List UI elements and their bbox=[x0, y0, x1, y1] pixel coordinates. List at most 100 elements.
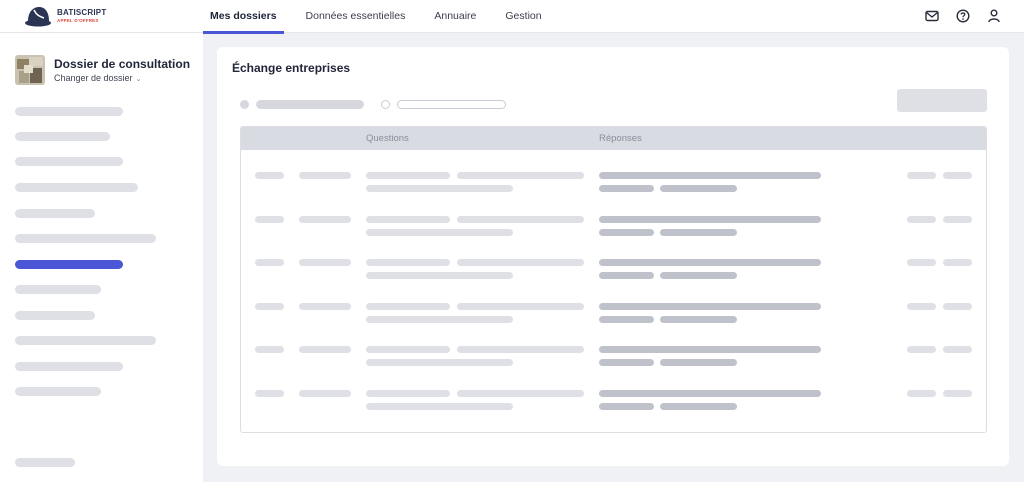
sidebar-item[interactable] bbox=[15, 311, 95, 320]
cell-status bbox=[907, 302, 936, 310]
column-header-reponses: Réponses bbox=[599, 133, 642, 144]
cell-question bbox=[366, 302, 450, 310]
cell-date bbox=[299, 390, 351, 397]
cell-reponse bbox=[660, 403, 737, 410]
cell-reponse bbox=[599, 185, 654, 192]
table-row[interactable] bbox=[241, 172, 986, 216]
table-row[interactable] bbox=[241, 302, 986, 347]
sidebar-item[interactable] bbox=[15, 362, 123, 371]
cell-question bbox=[457, 302, 584, 310]
cell-action bbox=[943, 215, 972, 223]
brand-subtitle: APPEL D'OFFRES bbox=[57, 18, 99, 23]
cell-question bbox=[366, 172, 450, 179]
cell-id bbox=[255, 215, 284, 223]
cell-reponse bbox=[660, 359, 737, 367]
help-icon[interactable] bbox=[955, 8, 971, 24]
cell-question bbox=[457, 172, 584, 179]
sidebar-item[interactable] bbox=[15, 132, 110, 141]
cell-question bbox=[457, 215, 584, 223]
sidebar-item[interactable] bbox=[15, 183, 138, 192]
main-nav: Mes dossiers Données essentielles Annuai… bbox=[203, 0, 564, 34]
cell-date bbox=[299, 259, 351, 267]
user-icon[interactable] bbox=[986, 8, 1002, 24]
cell-date bbox=[299, 302, 351, 310]
cell-status bbox=[907, 215, 936, 223]
page-title: Échange entreprises bbox=[232, 61, 351, 75]
sidebar-item[interactable] bbox=[15, 209, 95, 218]
cell-id bbox=[255, 302, 284, 310]
cell-reponse bbox=[660, 272, 737, 280]
filter-radio-selected[interactable] bbox=[240, 100, 249, 109]
cell-reponse bbox=[660, 315, 737, 323]
tab-gestion[interactable]: Gestion bbox=[498, 0, 548, 33]
helmet-logo-icon bbox=[25, 7, 51, 27]
cell-question bbox=[366, 215, 450, 223]
column-header-questions: Questions bbox=[366, 133, 409, 144]
top-actions bbox=[909, 8, 1002, 24]
cell-reponse bbox=[599, 228, 654, 236]
cell-question bbox=[366, 359, 513, 367]
cell-date bbox=[299, 346, 351, 354]
cell-question bbox=[366, 272, 513, 280]
sidebar-item[interactable] bbox=[15, 157, 123, 166]
filter-option-label bbox=[256, 100, 364, 109]
sidebar-item[interactable] bbox=[15, 107, 123, 116]
cell-reponse bbox=[599, 259, 821, 267]
filter-option-label bbox=[397, 100, 506, 109]
cell-id bbox=[255, 390, 284, 397]
cell-status bbox=[907, 259, 936, 267]
table-row[interactable] bbox=[241, 259, 986, 303]
change-dossier-button[interactable]: Changer de dossier ⌄ bbox=[54, 73, 141, 83]
dossier-thumbnail bbox=[15, 55, 45, 85]
cell-question bbox=[457, 346, 584, 354]
cell-reponse bbox=[599, 215, 821, 223]
cell-reponse bbox=[660, 228, 737, 236]
cell-question bbox=[366, 346, 450, 354]
sidebar-item[interactable] bbox=[15, 234, 156, 243]
change-dossier-label: Changer de dossier bbox=[54, 73, 133, 83]
sidebar-footer-item[interactable] bbox=[15, 458, 75, 467]
cell-reponse bbox=[599, 302, 821, 310]
cell-date bbox=[299, 172, 351, 179]
cell-reponse bbox=[660, 185, 737, 192]
mail-icon[interactable] bbox=[924, 8, 940, 24]
cell-reponse bbox=[599, 390, 821, 397]
cell-reponse bbox=[599, 272, 654, 280]
table-row[interactable] bbox=[241, 346, 986, 390]
tab-donnees-essentielles[interactable]: Données essentielles bbox=[299, 0, 413, 33]
cell-question bbox=[366, 228, 513, 236]
cell-status bbox=[907, 390, 936, 397]
top-bar: BATISCRIPT APPEL D'OFFRES Mes dossiers D… bbox=[0, 0, 1024, 34]
sidebar-item[interactable] bbox=[15, 285, 101, 294]
cell-status bbox=[907, 172, 936, 179]
cell-question bbox=[366, 390, 450, 397]
cell-action bbox=[943, 302, 972, 310]
filter-radio[interactable] bbox=[381, 100, 390, 109]
sidebar-item-active[interactable] bbox=[15, 260, 123, 269]
tab-annuaire[interactable]: Annuaire bbox=[427, 0, 483, 33]
cell-question bbox=[366, 315, 513, 323]
cell-reponse bbox=[599, 403, 654, 410]
cell-date bbox=[299, 215, 351, 223]
cell-question bbox=[457, 259, 584, 267]
cell-question bbox=[366, 259, 450, 267]
cell-id bbox=[255, 259, 284, 267]
cell-id bbox=[255, 346, 284, 354]
tab-mes-dossiers[interactable]: Mes dossiers bbox=[203, 0, 284, 34]
batiscript-logo[interactable]: BATISCRIPT APPEL D'OFFRES bbox=[24, 4, 114, 30]
cell-reponse bbox=[599, 346, 821, 354]
sidebar-item[interactable] bbox=[15, 336, 156, 345]
cell-reponse bbox=[599, 359, 654, 367]
cell-action bbox=[943, 346, 972, 354]
exchanges-table: Questions Réponses bbox=[240, 126, 987, 433]
cell-status bbox=[907, 346, 936, 354]
chevron-down-icon: ⌄ bbox=[135, 76, 142, 83]
brand-name: BATISCRIPT bbox=[57, 8, 107, 17]
sidebar-item[interactable] bbox=[15, 387, 101, 396]
table-row[interactable] bbox=[241, 390, 986, 432]
cell-reponse bbox=[599, 315, 654, 323]
cell-action bbox=[943, 172, 972, 179]
sidebar: Dossier de consultation Changer de dossi… bbox=[0, 33, 203, 482]
table-row[interactable] bbox=[241, 215, 986, 260]
action-button[interactable] bbox=[897, 89, 987, 112]
